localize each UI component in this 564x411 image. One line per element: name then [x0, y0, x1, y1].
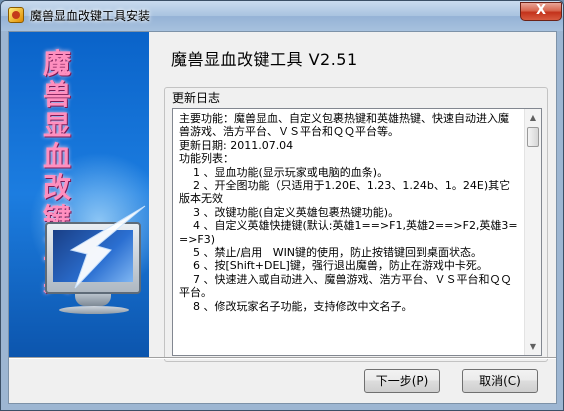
scroll-thumb[interactable] [527, 127, 539, 147]
cancel-button[interactable]: 取消(C) [462, 369, 538, 393]
title-bar[interactable]: 魔兽显血改键工具安装 X [1, 1, 563, 31]
changelog-line: 主要功能：魔兽显血、自定义包裹热键和英雄热键、快速自动进入魔兽游戏、浩方平台、Ｖ… [179, 112, 509, 139]
button-divider [9, 357, 556, 359]
changelog-line: 功能列表： [179, 152, 234, 166]
app-icon [8, 7, 24, 23]
changelog-line: 7 、快速进入或自动进入、魔兽游戏、浩方平台、ＶＳ平台和ＱＱ平台。 [179, 272, 512, 300]
changelog-line: 2 、开全图功能（只适用于1.20E、1.23、1.24b、1。24E)其它版本… [179, 179, 511, 206]
changelog-line: 8 、修改玩家名子功能，支持修改中文名子。 [179, 299, 413, 313]
changelog-textbox[interactable]: 主要功能：魔兽显血、自定义包裹热键和英雄热键、快速自动进入魔兽游戏、浩方平台、Ｖ… [172, 108, 542, 356]
wizard-client-area: 魔兽显血改键工具 魔兽显血改键工具 V2.51 更新日志 主要功能：魔兽显血、自… [8, 31, 557, 404]
scroll-up-icon[interactable]: ▲ [525, 109, 541, 126]
arrow-icon [69, 205, 146, 289]
changelog-label: 更新日志 [169, 89, 224, 106]
changelog-line: 6 、按[Shift+DEL]键，强行退出魔兽，防止在游戏中卡死。 [179, 259, 488, 273]
changelog-line: 3 、改键功能(自定义英雄包裹热键功能)。 [179, 205, 400, 219]
monitor-base [59, 306, 129, 314]
side-banner: 魔兽显血改键工具 [9, 32, 149, 357]
changelog-line: 4 、自定义英雄快捷键(默认:英雄1==>F1,英雄2==>F2,英雄3==>F… [179, 219, 518, 246]
monitor-stand [75, 294, 111, 306]
next-button[interactable]: 下一步(P) [364, 369, 440, 393]
changelog-line: 5 、禁止/启用 WIN键的使用，防止按错键回到桌面状态。 [179, 246, 483, 260]
scroll-down-icon[interactable]: ▼ [525, 338, 541, 355]
changelog-text: 主要功能：魔兽显血、自定义包裹热键和英雄热键、快速自动进入魔兽游戏、浩方平台、Ｖ… [179, 112, 519, 313]
vertical-scrollbar[interactable]: ▲ ▼ [524, 109, 541, 355]
changelog-line: 更新日期: 2011.07.04 [179, 138, 294, 152]
page-title: 魔兽显血改键工具 V2.51 [171, 50, 358, 69]
close-button[interactable]: X [520, 2, 562, 21]
window-title: 魔兽显血改键工具安装 [30, 9, 151, 23]
changelog-line: 1 、显血功能(显示玩家或电脑的血条)。 [179, 165, 389, 179]
installer-window: 魔兽显血改键工具安装 X 魔兽显血改键工具 魔兽显血改键工具 V2.51 更新日… [0, 0, 564, 411]
